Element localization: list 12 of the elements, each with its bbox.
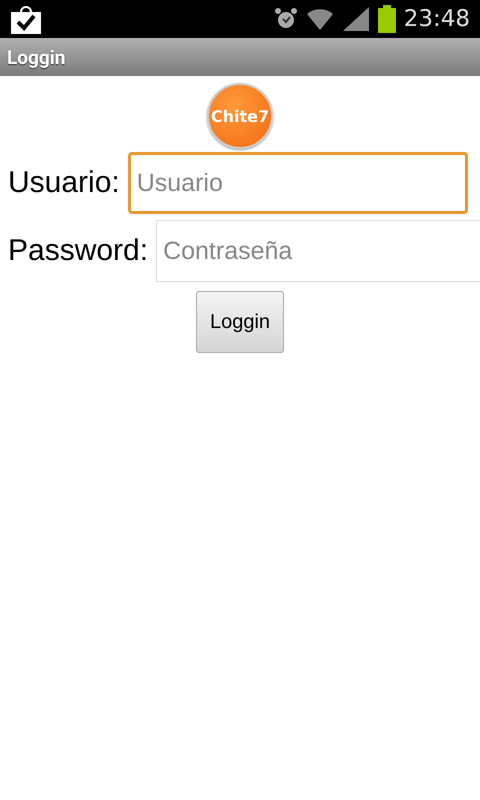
logo: Chite7 (207, 83, 273, 149)
clock-time: 23:48 (404, 6, 470, 32)
login-button[interactable]: Loggin (196, 291, 284, 353)
battery-icon (378, 5, 396, 33)
input-field[interactable]: Usuario (128, 152, 468, 214)
signal-icon (342, 6, 370, 32)
field-label: Usuario: (8, 166, 120, 200)
alarm-clock-icon (274, 7, 298, 31)
shopping-bag-icon (10, 4, 42, 34)
window-title: Loggin (7, 46, 66, 68)
wifi-icon (306, 6, 334, 32)
field-label: Password: (8, 234, 148, 268)
